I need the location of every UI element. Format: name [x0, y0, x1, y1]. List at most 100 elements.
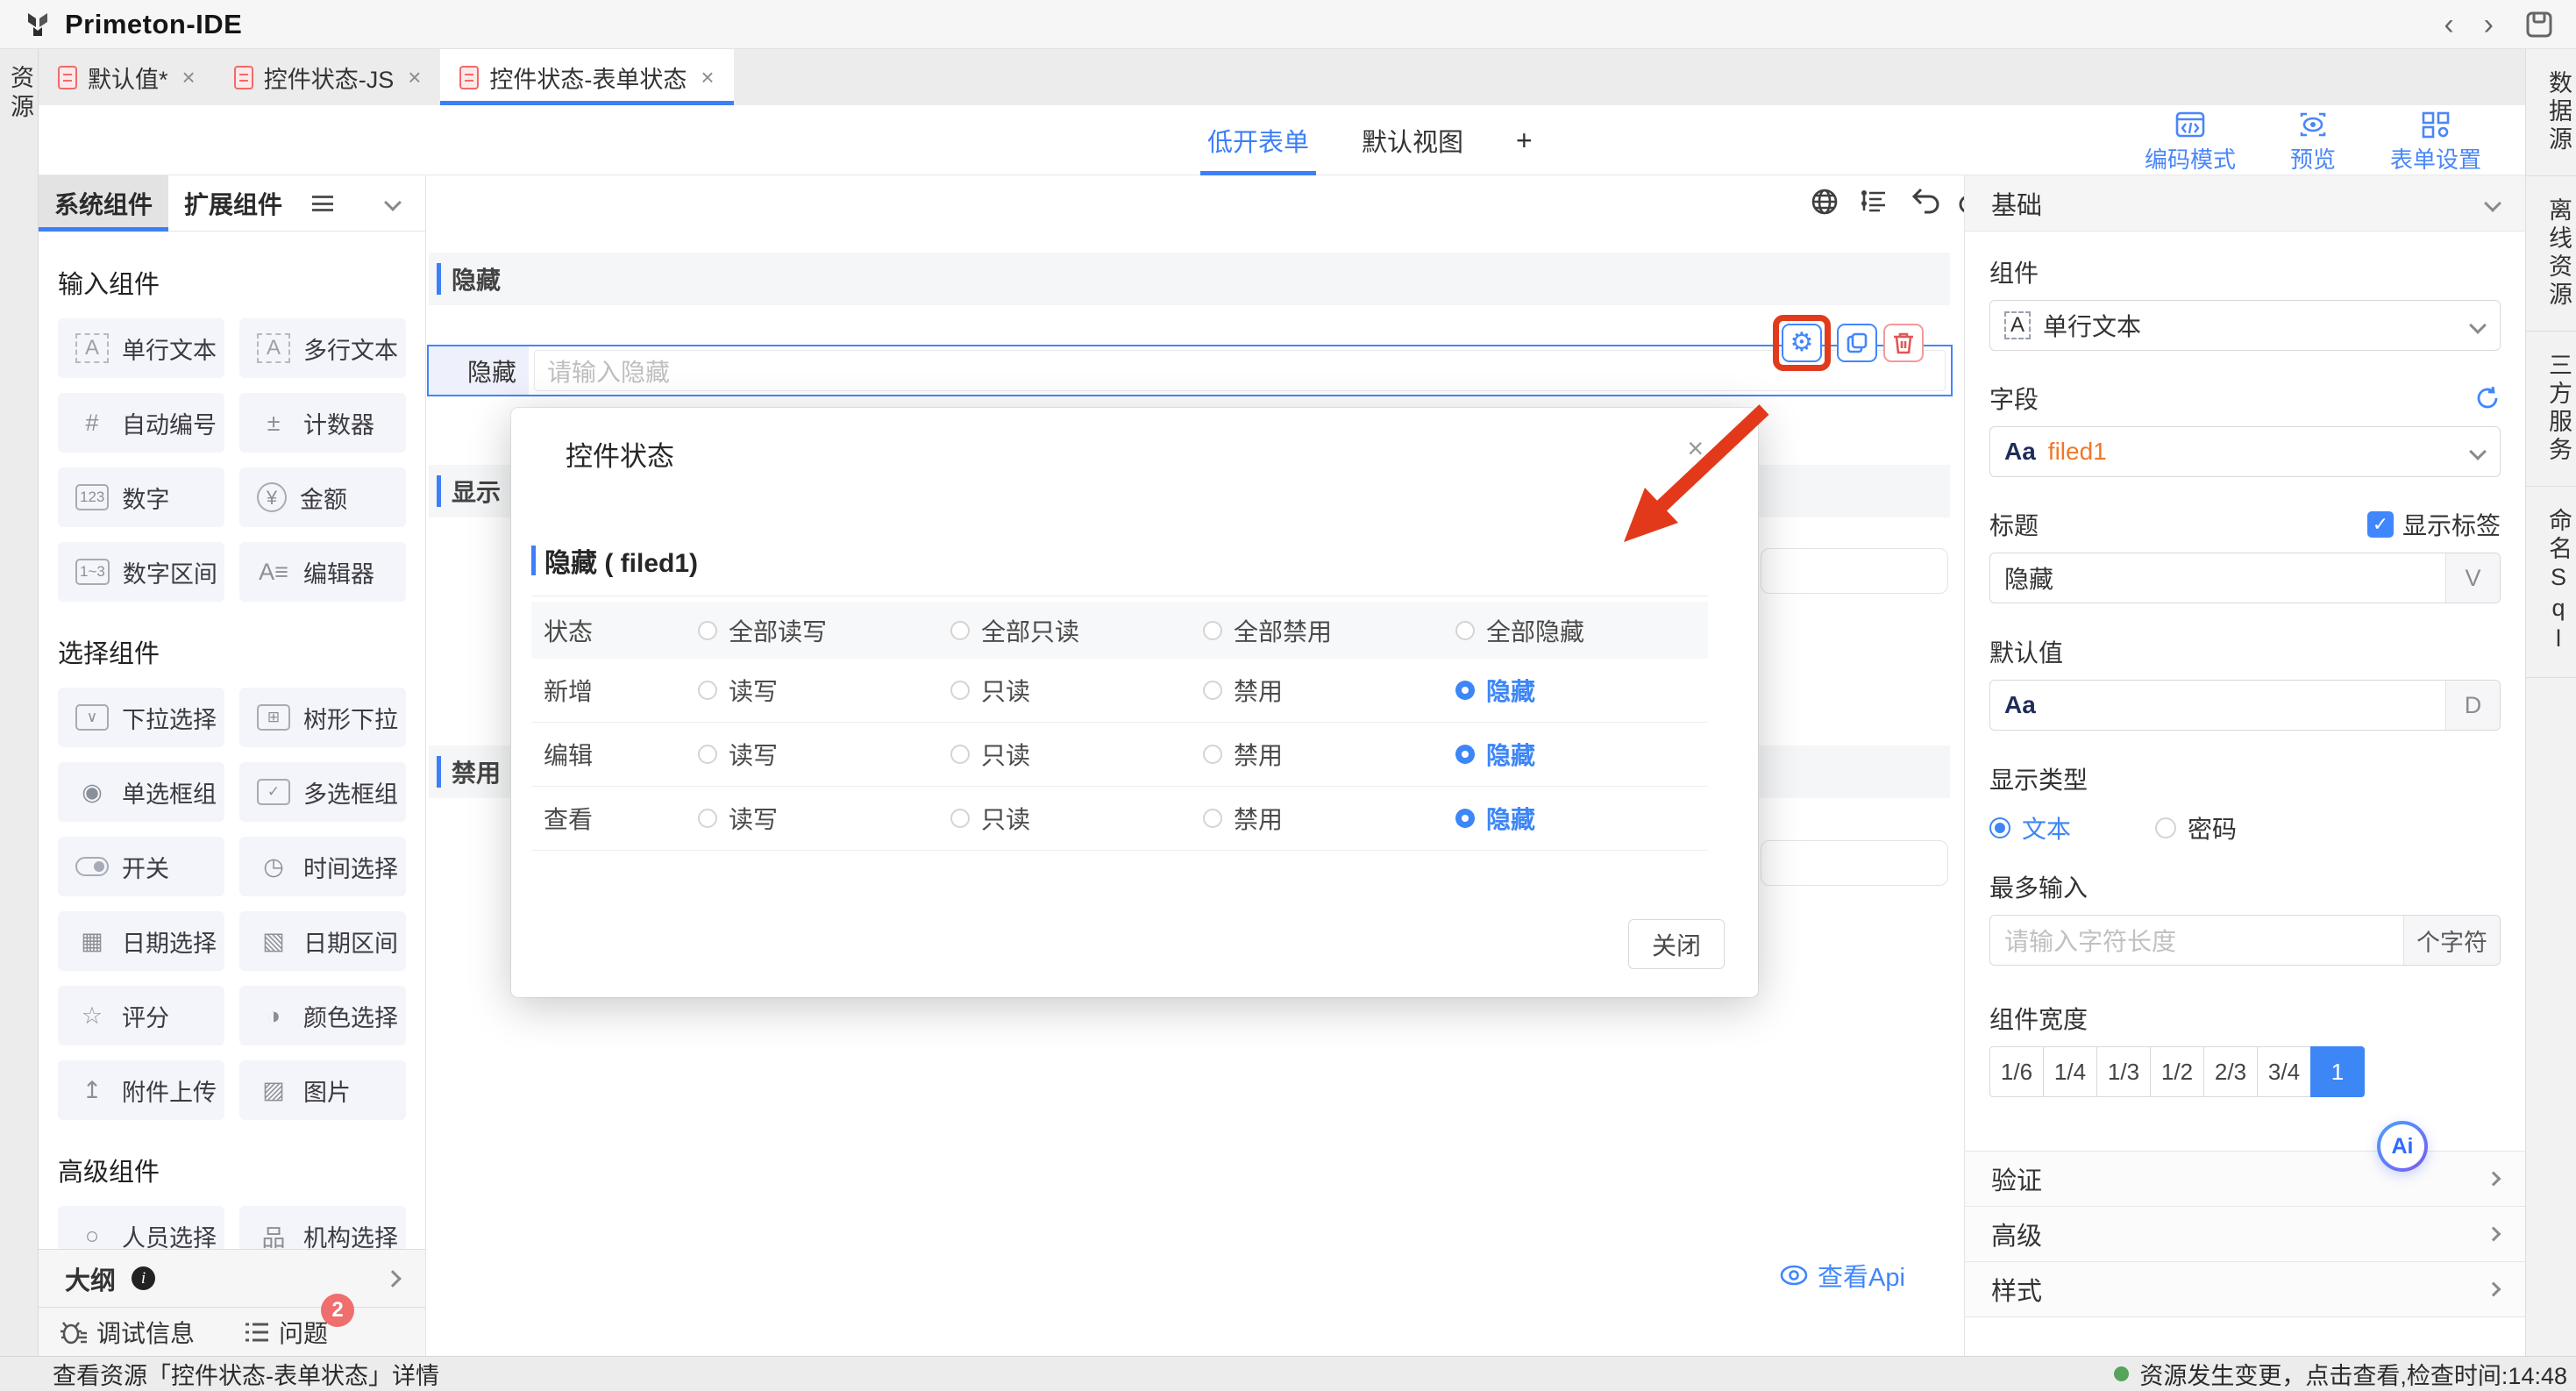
header-option-全部禁用[interactable]: 全部禁用 — [1203, 613, 1455, 648]
problems-button[interactable]: 问题 2 — [244, 1315, 328, 1350]
palette-item-开关[interactable]: 开关 — [58, 837, 224, 896]
option-新增-禁用[interactable]: 禁用 — [1203, 673, 1455, 708]
modal-close-button[interactable]: 关闭 — [1628, 919, 1725, 969]
nav-back-icon[interactable]: ‹ — [2444, 10, 2453, 39]
radio-icon[interactable] — [1455, 621, 1475, 640]
i18n-globe-icon[interactable] — [1809, 186, 1840, 218]
radio-icon[interactable] — [1455, 681, 1475, 700]
radio-icon[interactable] — [698, 745, 717, 764]
option-查看-读写[interactable]: 读写 — [698, 801, 950, 836]
palette-item-附件上传[interactable]: ↥附件上传 — [58, 1060, 224, 1120]
palette-item-单行文本[interactable]: A单行文本 — [58, 318, 224, 378]
chevron-down-icon[interactable] — [384, 194, 402, 211]
display-type-option-文本[interactable]: 文本 — [1989, 810, 2071, 845]
palette-item-机构选择[interactable]: 品机构选择 — [239, 1206, 406, 1249]
list-view-icon[interactable] — [312, 196, 333, 211]
ai-assistant-button[interactable]: Ai — [2377, 1121, 2428, 1172]
width-option-1/3[interactable]: 1/3 — [2096, 1046, 2151, 1097]
palette-item-人员选择[interactable]: ○人员选择 — [58, 1206, 224, 1249]
outline-bar[interactable]: 大纲 i — [39, 1249, 425, 1307]
inspector-header[interactable]: 基础 — [1965, 175, 2525, 232]
palette-item-日期选择[interactable]: ▦日期选择 — [58, 911, 224, 971]
palette-item-数字区间[interactable]: 1~3数字区间 — [58, 542, 224, 602]
top-action-2[interactable]: 表单设置 — [2390, 111, 2481, 175]
left-rail-resources-tab[interactable]: 资源 — [0, 65, 38, 123]
option-编辑-读写[interactable]: 读写 — [698, 737, 950, 772]
palette-item-评分[interactable]: ☆评分 — [58, 986, 224, 1045]
tab-close-icon[interactable]: × — [182, 64, 196, 91]
default-value-input[interactable]: Aa D — [1989, 680, 2501, 731]
palette-item-多选框组[interactable]: ✓多选框组 — [239, 762, 406, 822]
option-新增-隐藏[interactable]: 隐藏 — [1455, 673, 1708, 708]
field-select[interactable]: Aa filed1 — [1989, 426, 2501, 477]
title-input[interactable]: 隐藏 V — [1989, 553, 2501, 603]
radio-icon[interactable] — [698, 681, 717, 700]
inspector-section-高级[interactable]: 高级 — [1965, 1207, 2525, 1262]
palette-item-多行文本[interactable]: A多行文本 — [239, 318, 406, 378]
radio-icon[interactable] — [1203, 681, 1222, 700]
palette-item-树形下拉[interactable]: ⊞树形下拉 — [239, 688, 406, 747]
option-查看-只读[interactable]: 只读 — [950, 801, 1203, 836]
field-delete-button[interactable] — [1883, 324, 1924, 362]
option-新增-读写[interactable]: 读写 — [698, 673, 950, 708]
radio-icon[interactable] — [950, 745, 970, 764]
refresh-icon[interactable] — [2474, 385, 2501, 411]
option-新增-只读[interactable]: 只读 — [950, 673, 1203, 708]
palette-item-日期区间[interactable]: ▧日期区间 — [239, 911, 406, 971]
undo-icon[interactable] — [1907, 186, 1940, 218]
palette-item-金额[interactable]: ¥金额 — [239, 467, 406, 527]
palette-item-编辑器[interactable]: A≡编辑器 — [239, 542, 406, 602]
palette-tab-1[interactable]: 扩展组件 — [168, 175, 298, 232]
nav-forward-icon[interactable]: › — [2484, 10, 2494, 39]
palette-item-下拉选择[interactable]: ∨下拉选择 — [58, 688, 224, 747]
component-select[interactable]: A 单行文本 — [1989, 300, 2501, 351]
radio-icon[interactable] — [1203, 621, 1222, 640]
palette-item-自动编号[interactable]: #自动编号 — [58, 393, 224, 453]
width-option-2/3[interactable]: 2/3 — [2203, 1046, 2258, 1097]
canvas-section-hidden[interactable]: 隐藏 — [429, 253, 1950, 305]
field-input[interactable]: 请输入隐藏 — [534, 350, 1946, 391]
right-rail-item-2[interactable]: 三方服务 — [2526, 332, 2576, 487]
right-rail-item-0[interactable]: 数据源 — [2526, 49, 2576, 176]
top-action-1[interactable]: 预览 — [2290, 111, 2336, 175]
radio-icon[interactable] — [950, 809, 970, 828]
width-option-1/2[interactable]: 1/2 — [2150, 1046, 2204, 1097]
option-查看-隐藏[interactable]: 隐藏 — [1455, 801, 1708, 836]
palette-item-单选框组[interactable]: ◉单选框组 — [58, 762, 224, 822]
radio-icon[interactable] — [1989, 817, 2010, 838]
show-label-checkbox-row[interactable]: ✓ 显示标签 — [2367, 507, 2501, 542]
width-option-3/4[interactable]: 3/4 — [2257, 1046, 2311, 1097]
inspector-section-样式[interactable]: 样式 — [1965, 1262, 2525, 1317]
radio-icon[interactable] — [2155, 817, 2176, 838]
checkbox-checked-icon[interactable]: ✓ — [2367, 511, 2394, 538]
view-api-link[interactable]: 查看Api — [1779, 1257, 1905, 1294]
width-option-1/6[interactable]: 1/6 — [1989, 1046, 2044, 1097]
inspector-section-验证[interactable]: 验证 — [1965, 1152, 2525, 1207]
radio-icon[interactable] — [1455, 809, 1475, 828]
display-type-option-密码[interactable]: 密码 — [2155, 810, 2237, 845]
option-查看-禁用[interactable]: 禁用 — [1203, 801, 1455, 836]
radio-icon[interactable] — [1203, 809, 1222, 828]
field-settings-button[interactable]: ⚙ — [1782, 324, 1822, 362]
status-right-text[interactable]: 资源发生变更，点击查看,检查时间:14:48 — [2139, 1357, 2567, 1391]
radio-icon[interactable] — [698, 809, 717, 828]
selected-field-row[interactable]: 隐藏 请输入隐藏 — [427, 345, 1953, 396]
palette-tab-0[interactable]: 系统组件 — [39, 175, 168, 232]
debug-info-button[interactable]: 调试信息 — [60, 1315, 195, 1350]
save-icon[interactable] — [2523, 9, 2555, 40]
width-option-1/4[interactable]: 1/4 — [2043, 1046, 2097, 1097]
palette-item-颜色选择[interactable]: ◑颜色选择 — [239, 986, 406, 1045]
form-canvas[interactable]: 隐藏 隐藏 请输入隐藏 ⚙ — [426, 175, 1964, 1356]
right-rail-item-1[interactable]: 离线资源 — [2526, 176, 2576, 332]
modal-close-icon[interactable]: × — [1687, 432, 1704, 465]
palette-item-计数器[interactable]: ±计数器 — [239, 393, 406, 453]
palette-item-图片[interactable]: ▨图片 — [239, 1060, 406, 1120]
tab-close-icon[interactable]: × — [408, 64, 421, 91]
palette-item-时间选择[interactable]: ◷时间选择 — [239, 837, 406, 896]
view-tab-0[interactable]: 低开表单 — [1207, 105, 1309, 175]
palette-item-数字[interactable]: 123数字 — [58, 467, 224, 527]
radio-icon[interactable] — [950, 681, 970, 700]
radio-icon[interactable] — [1455, 745, 1475, 764]
field-copy-button[interactable] — [1837, 324, 1877, 362]
top-action-0[interactable]: 编码模式 — [2145, 111, 2236, 175]
